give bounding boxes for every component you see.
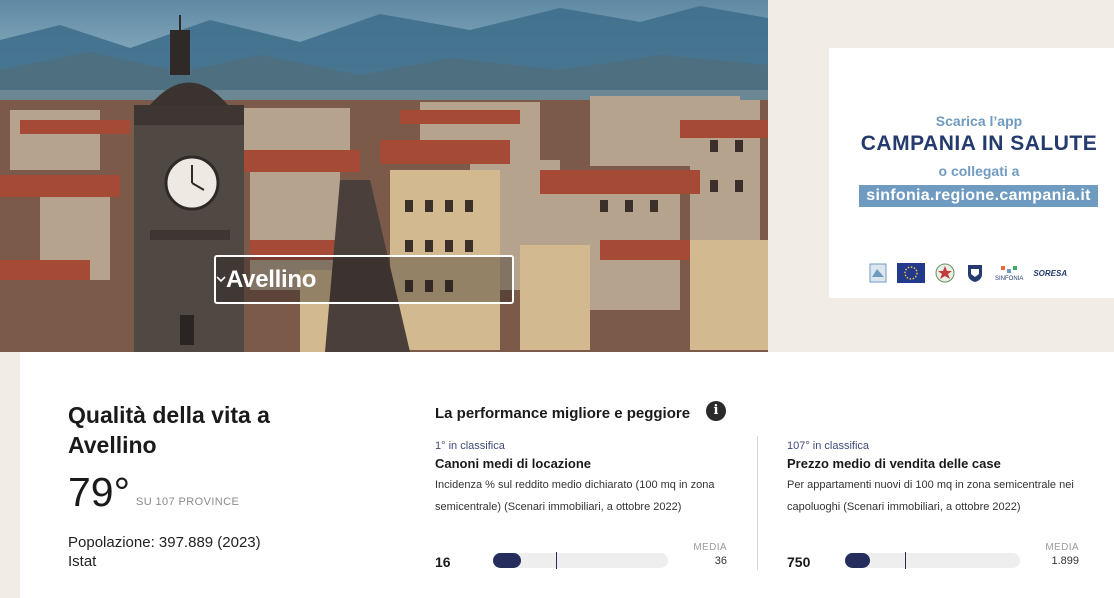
campania-emblem-icon — [965, 262, 985, 284]
ranking-total-label: SU 107 PROVINCE — [136, 496, 240, 508]
metric-description: Per appartamenti nuovi di 100 mq in zona… — [787, 479, 1074, 513]
metric-progress-bar — [845, 552, 1020, 569]
metric-average-marker — [905, 552, 906, 569]
chevron-down-icon — [216, 276, 226, 283]
ad-line-download: Scarica l’app — [935, 113, 1023, 129]
selected-city-label: Avellino — [226, 265, 317, 293]
metric-best: 1° in classifica Canoni medi di locazion… — [435, 440, 727, 570]
ad-url[interactable]: sinfonia.regione.campania.it — [859, 185, 1098, 207]
metric-progress-fill — [493, 553, 521, 568]
metric-average-value: 1.899 — [1051, 555, 1079, 567]
performance-section-title: La performance migliore e peggiore — [435, 405, 691, 422]
metric-title: Prezzo medio di vendita delle case — [787, 456, 1001, 471]
metric-title: Canoni medi di locazione — [435, 456, 592, 471]
page-title: Qualità della vita a Avellino — [68, 402, 270, 458]
eu-flag-icon — [897, 262, 925, 284]
region-logo — [869, 262, 887, 284]
ranking-position: 79° — [68, 469, 131, 515]
metric-value: 16 — [435, 554, 451, 570]
quality-of-life-card: Qualità della vita a Avellino 79° SU 107… — [20, 352, 1114, 598]
soresa-logo: SORESA — [1033, 262, 1067, 284]
metric-media-label: MEDIA — [693, 542, 727, 553]
metric-rank: 107° in classifica — [787, 440, 870, 452]
italy-emblem-icon — [935, 262, 955, 284]
ad-app-name: CAMPANIA IN SALUTE — [860, 132, 1098, 155]
population-info: Popolazione: 397.889 (2023) Istat — [68, 534, 261, 570]
metric-average-value: 36 — [714, 555, 727, 567]
sinfonia-logo: SINFONIA — [995, 262, 1023, 284]
city-select-dropdown[interactable]: Avellino — [214, 255, 514, 304]
ad-line-connect: o collegati a — [938, 163, 1020, 179]
metric-average-marker — [556, 552, 557, 569]
ad-logos-row: SINFONIA SORESA — [869, 262, 1067, 284]
divider — [757, 436, 758, 570]
soresa-logo-text: SORESA — [1033, 268, 1068, 278]
metric-description: Incidenza % sul reddito medio dichiarato… — [435, 479, 715, 513]
hero-image: Avellino — [0, 0, 768, 352]
metric-progress-bar — [493, 552, 668, 569]
metric-value: 750 — [787, 554, 811, 570]
metric-rank: 1° in classifica — [435, 440, 505, 452]
advertisement-banner[interactable]: Scarica l’app CAMPANIA IN SALUTE o colle… — [829, 48, 1114, 298]
metric-worst: 107° in classifica Prezzo medio di vendi… — [787, 440, 1079, 570]
metric-progress-fill — [845, 553, 870, 568]
sinfonia-logo-text: SINFONIA — [995, 276, 1024, 282]
metric-media-label: MEDIA — [1045, 542, 1079, 553]
info-icon[interactable]: i — [706, 401, 726, 421]
